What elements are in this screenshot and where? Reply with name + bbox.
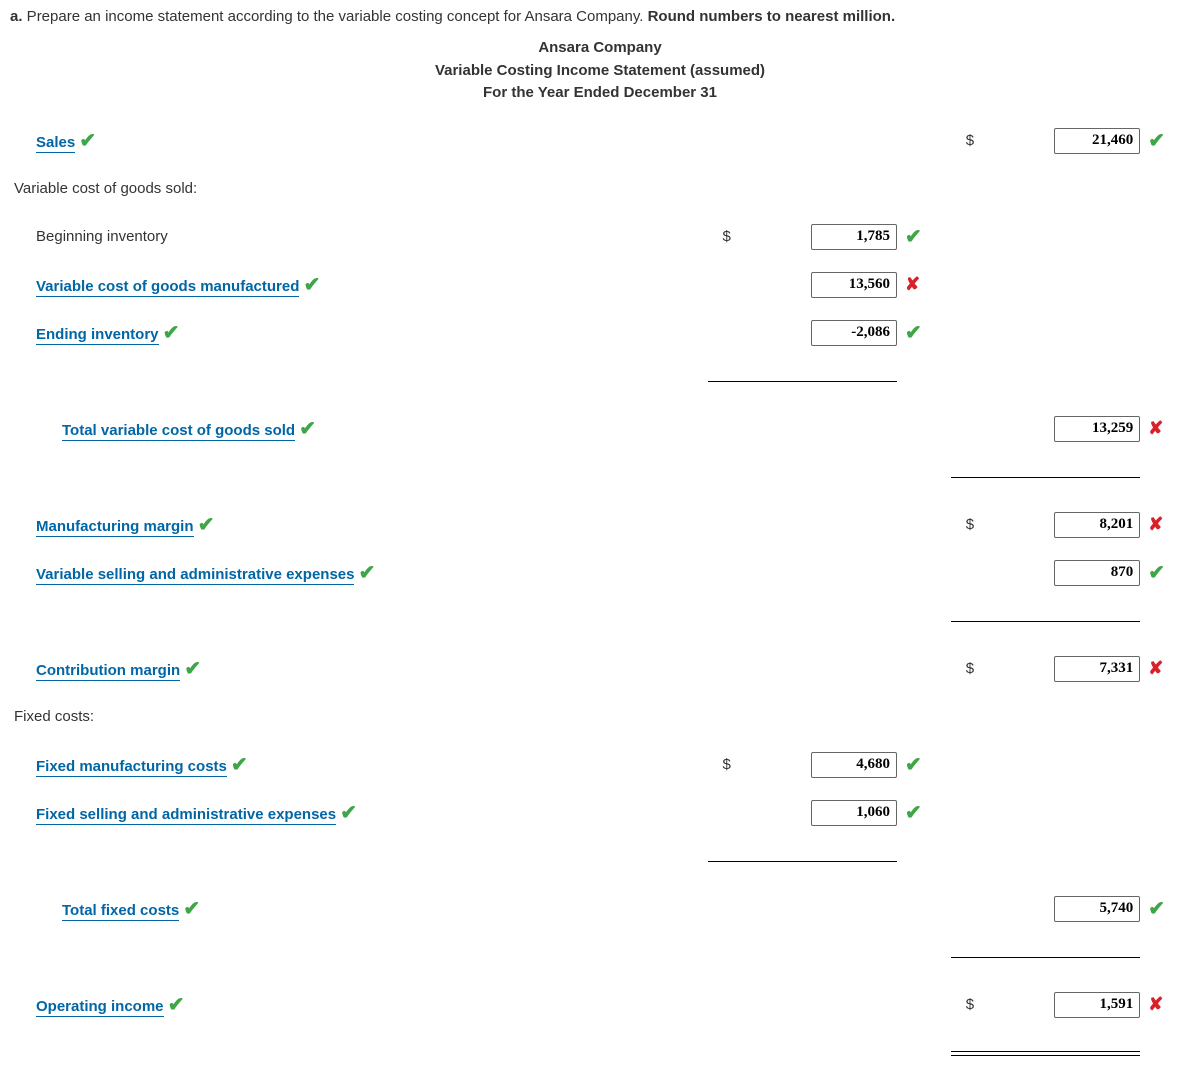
check-icon: ✔ xyxy=(905,802,922,824)
check-icon: ✔ xyxy=(299,418,316,440)
row-fixed-header: Fixed costs: xyxy=(10,693,1190,741)
fixed-sell-label[interactable]: Fixed selling and administrative expense… xyxy=(36,806,336,825)
row-tot-vcogs: Total variable cost of goods sold ✔ ✘ xyxy=(10,405,1190,453)
op-inc-input[interactable] xyxy=(1054,992,1140,1018)
check-icon: ✔ xyxy=(79,130,96,152)
row-fixed-mfg: Fixed manufacturing costs ✔ $ ✔ xyxy=(10,741,1190,789)
dollar-sign: $ xyxy=(947,501,978,549)
statement-title: Variable Costing Income Statement (assum… xyxy=(10,60,1190,83)
sales-label[interactable]: Sales xyxy=(36,134,75,153)
cross-icon: ✘ xyxy=(1148,658,1163,678)
check-icon: ✔ xyxy=(905,754,922,776)
fixed-sell-input[interactable] xyxy=(811,800,897,826)
end-inv-label[interactable]: Ending inventory xyxy=(36,326,159,345)
mfg-margin-label[interactable]: Manufacturing margin xyxy=(36,518,194,537)
row-fixed-sell: Fixed selling and administrative expense… xyxy=(10,789,1190,837)
var-sell-input[interactable] xyxy=(1054,560,1140,586)
check-icon: ✔ xyxy=(168,994,185,1016)
check-icon: ✔ xyxy=(198,514,215,536)
row-mfg-margin: Manufacturing margin ✔ $ ✘ xyxy=(10,501,1190,549)
contrib-input[interactable] xyxy=(1054,656,1140,682)
check-icon: ✔ xyxy=(1148,562,1165,584)
tot-vcogs-input[interactable] xyxy=(1054,416,1140,442)
dollar-sign: $ xyxy=(947,645,978,693)
cross-icon: ✘ xyxy=(1148,994,1163,1014)
income-statement-table: Sales ✔ $ ✔ Variable cost of goods sold:… xyxy=(10,117,1190,1077)
row-var-sell: Variable selling and administrative expe… xyxy=(10,549,1190,597)
prompt-bold: Round numbers to nearest million. xyxy=(648,8,896,25)
end-inv-input[interactable] xyxy=(811,320,897,346)
check-icon: ✔ xyxy=(183,898,200,920)
contrib-label[interactable]: Contribution margin xyxy=(36,662,180,681)
vcogs-header-label: Variable cost of goods sold: xyxy=(14,180,197,197)
row-contrib: Contribution margin ✔ $ ✘ xyxy=(10,645,1190,693)
check-icon: ✔ xyxy=(163,322,180,344)
dollar-sign: $ xyxy=(704,741,735,789)
check-icon: ✔ xyxy=(231,754,248,776)
beg-inv-label: Beginning inventory xyxy=(36,228,168,245)
cross-icon: ✘ xyxy=(1148,418,1163,438)
vcogm-label[interactable]: Variable cost of goods manufactured xyxy=(36,278,299,297)
check-icon: ✔ xyxy=(1148,898,1165,920)
var-sell-label[interactable]: Variable selling and administrative expe… xyxy=(36,566,354,585)
cross-icon: ✘ xyxy=(1148,514,1163,534)
fixed-mfg-label[interactable]: Fixed manufacturing costs xyxy=(36,758,227,777)
mfg-margin-input[interactable] xyxy=(1054,512,1140,538)
row-tot-fixed: Total fixed costs ✔ ✔ xyxy=(10,885,1190,933)
check-icon: ✔ xyxy=(905,322,922,344)
tot-fixed-label[interactable]: Total fixed costs xyxy=(62,902,179,921)
row-end-inv: Ending inventory ✔ ✔ xyxy=(10,309,1190,357)
check-icon: ✔ xyxy=(1148,130,1165,152)
check-icon: ✔ xyxy=(359,562,376,584)
dollar-sign: $ xyxy=(947,117,978,165)
statement-header: Ansara Company Variable Costing Income S… xyxy=(10,37,1190,105)
question-prompt: a. Prepare an income statement according… xyxy=(10,8,1190,25)
fixed-mfg-input[interactable] xyxy=(811,752,897,778)
tot-vcogs-label[interactable]: Total variable cost of goods sold xyxy=(62,422,295,441)
company-name: Ansara Company xyxy=(10,37,1190,60)
cross-icon: ✘ xyxy=(905,274,920,294)
tot-fixed-input[interactable] xyxy=(1054,896,1140,922)
fixed-header-label: Fixed costs: xyxy=(14,708,94,725)
check-icon: ✔ xyxy=(304,274,321,296)
row-op-inc: Operating income ✔ $ ✘ xyxy=(10,981,1190,1029)
check-icon: ✔ xyxy=(184,658,201,680)
row-vcogm: Variable cost of goods manufactured ✔ ✘ xyxy=(10,261,1190,309)
row-vcogs-header: Variable cost of goods sold: xyxy=(10,165,1190,213)
row-beg-inv: Beginning inventory $ ✔ xyxy=(10,213,1190,261)
statement-period: For the Year Ended December 31 xyxy=(10,82,1190,105)
prompt-letter: a. xyxy=(10,8,23,25)
op-inc-label[interactable]: Operating income xyxy=(36,998,164,1017)
check-icon: ✔ xyxy=(905,226,922,248)
check-icon: ✔ xyxy=(340,802,357,824)
sales-input[interactable] xyxy=(1054,128,1140,154)
beg-inv-input[interactable] xyxy=(811,224,897,250)
dollar-sign: $ xyxy=(947,981,978,1029)
prompt-text: Prepare an income statement according to… xyxy=(23,8,648,25)
row-sales: Sales ✔ $ ✔ xyxy=(10,117,1190,165)
vcogm-input[interactable] xyxy=(811,272,897,298)
dollar-sign: $ xyxy=(704,213,735,261)
